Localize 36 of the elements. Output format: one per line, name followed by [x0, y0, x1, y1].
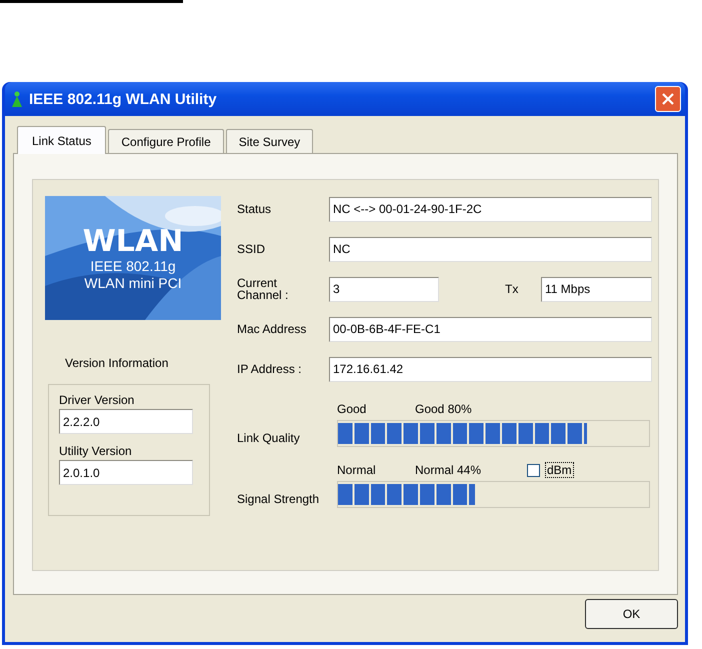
field-label: Driver Version — [59, 393, 136, 407]
banner-text: IEEE 802.11g — [90, 258, 176, 275]
section-title: Version Information — [65, 356, 170, 370]
checkbox[interactable] — [527, 464, 540, 476]
mac-address-field[interactable]: 00-0B-6B-4F-FE-C1 — [329, 316, 652, 342]
field-label: Current Channel : — [237, 277, 290, 301]
field-label: Utility Version — [59, 444, 133, 458]
status-field[interactable]: NC <--> 00-01-24-90-1F-2C — [329, 196, 652, 222]
channel-field[interactable]: 3 — [329, 276, 439, 302]
meter-reading: Normal 44% — [415, 463, 482, 477]
field-label: Status — [237, 202, 272, 216]
tab[interactable]: Configure Profile — [108, 129, 224, 153]
tab[interactable]: Site Survey — [226, 129, 314, 153]
meter-reading: Good 80% — [415, 402, 473, 416]
field-label: Mac Address — [237, 322, 308, 336]
meter-state: Normal — [337, 463, 377, 477]
ip-address-field[interactable]: 172.16.61.42 — [329, 356, 652, 382]
meter-state: Good — [337, 402, 368, 416]
field-label: Tx — [505, 282, 520, 296]
window-title: IEEE 802.11g WLAN Utility — [29, 90, 218, 108]
field-label: SSID — [237, 242, 266, 256]
banner-text: WLAN mini PCI — [84, 275, 182, 292]
field-label: IP Address : — [237, 362, 302, 376]
banner-title: WLAN — [82, 226, 184, 258]
ssid-field[interactable]: NC — [329, 236, 652, 262]
ok-button[interactable]: OK — [585, 599, 678, 629]
tx-rate-field[interactable]: 11 Mbps — [541, 276, 652, 302]
version-field[interactable]: 2.0.1.0 — [59, 460, 193, 485]
close-button[interactable] — [655, 86, 681, 112]
meter-label: Signal Strength — [237, 492, 320, 506]
antenna-icon — [11, 91, 23, 107]
checkbox-label: dBm — [545, 462, 574, 478]
version-field[interactable]: 2.2.2.0 — [59, 409, 193, 434]
meter-label: Link Quality — [237, 431, 301, 445]
tab[interactable]: Link Status — [17, 126, 106, 154]
close-icon — [662, 93, 674, 105]
